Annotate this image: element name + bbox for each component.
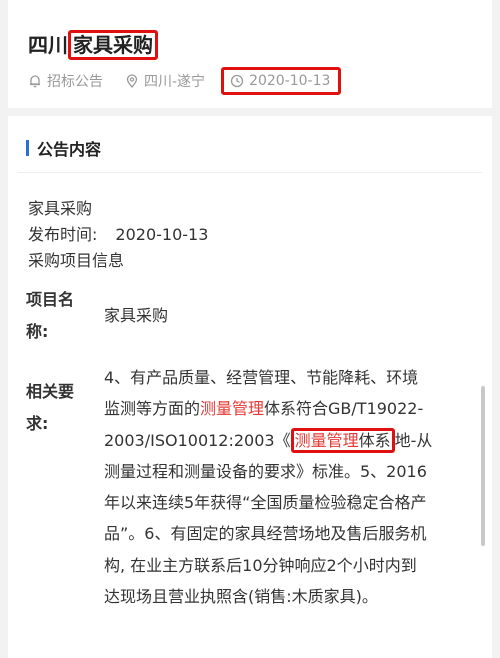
notice-content-card: 公告内容 家具采购 发布时间: 2020-10-13 采购项目信息 项目名 称: … [8, 116, 492, 658]
notice-header-card: 四川 家具采购 招标公告 四川-遂宁 2020-10-13 [8, 0, 492, 108]
location-text: 四川-遂宁 [144, 74, 206, 90]
date-value: 2020-10-13 [115, 225, 209, 244]
location-pin-icon [126, 74, 138, 88]
req-line-7: 构, 在业主方联系后10分钟响应2个小时内到 [104, 555, 417, 575]
intro-line1: 家具采购 [28, 199, 93, 218]
meta-row: 招标公告 四川-遂宁 2020-10-13 [28, 66, 363, 96]
scrollbar[interactable] [481, 386, 485, 546]
req-line-1: 4、有产品质量、经营管理、节能降耗、环境 [104, 368, 419, 387]
clock-icon [230, 74, 244, 88]
project-name-value: 家具采购 [104, 306, 169, 325]
req-line-5: 年以来连续5年获得“全国质量检验稳定合格产 [104, 493, 427, 513]
requirements-text: 4、有产品质量、经营管理、节能降耗、环境 监测等方面的测量管理体系符合GB/T1… [104, 362, 472, 612]
req-line-4: 测量过程和测量设备的要求》标准。5、2016 [104, 461, 427, 481]
section-title: 公告内容 [37, 140, 102, 159]
req-line-6: 品”。6、有固定的家具经营场地及售后服务机 [104, 524, 427, 544]
meta-date: 2020-10-13 [221, 67, 342, 95]
bell-icon [30, 75, 40, 88]
section-accent-bar [26, 140, 29, 156]
boxed-keyword: 测量管理体系 [290, 427, 395, 453]
intro-block: 家具采购 发布时间: 2020-10-13 采购项目信息 [28, 196, 208, 274]
req-line-3: 2003/ISO10012:2003《 测量管理体系 地-从 [104, 425, 472, 456]
section-header: 公告内容 [26, 136, 101, 160]
divider [18, 172, 482, 173]
intro-line3: 采购项目信息 [28, 251, 125, 270]
requirements-label: 相关要 求: [26, 382, 75, 433]
page-title: 四川 家具采购 [28, 30, 158, 60]
req-line-2: 监测等方面的测量管理体系符合GB/T19022- [104, 399, 424, 419]
date-text: 2020-10-13 [249, 73, 331, 89]
date-label: 发布时间: [28, 225, 98, 244]
meta-category[interactable]: 招标公告 [28, 71, 103, 91]
keyword-highlight: 测量管理 [200, 399, 265, 419]
meta-location[interactable]: 四川-遂宁 [125, 71, 205, 91]
category-text: 招标公告 [47, 74, 103, 90]
title-highlight: 家具采购 [68, 30, 158, 60]
req-line-8: 达现场且营业执照含(销售:木质家具)。 [104, 587, 378, 607]
project-name-label: 项目名 称: [26, 290, 75, 341]
intro-date-line: 发布时间: 2020-10-13 [28, 222, 208, 248]
title-prefix: 四川 [28, 33, 68, 57]
